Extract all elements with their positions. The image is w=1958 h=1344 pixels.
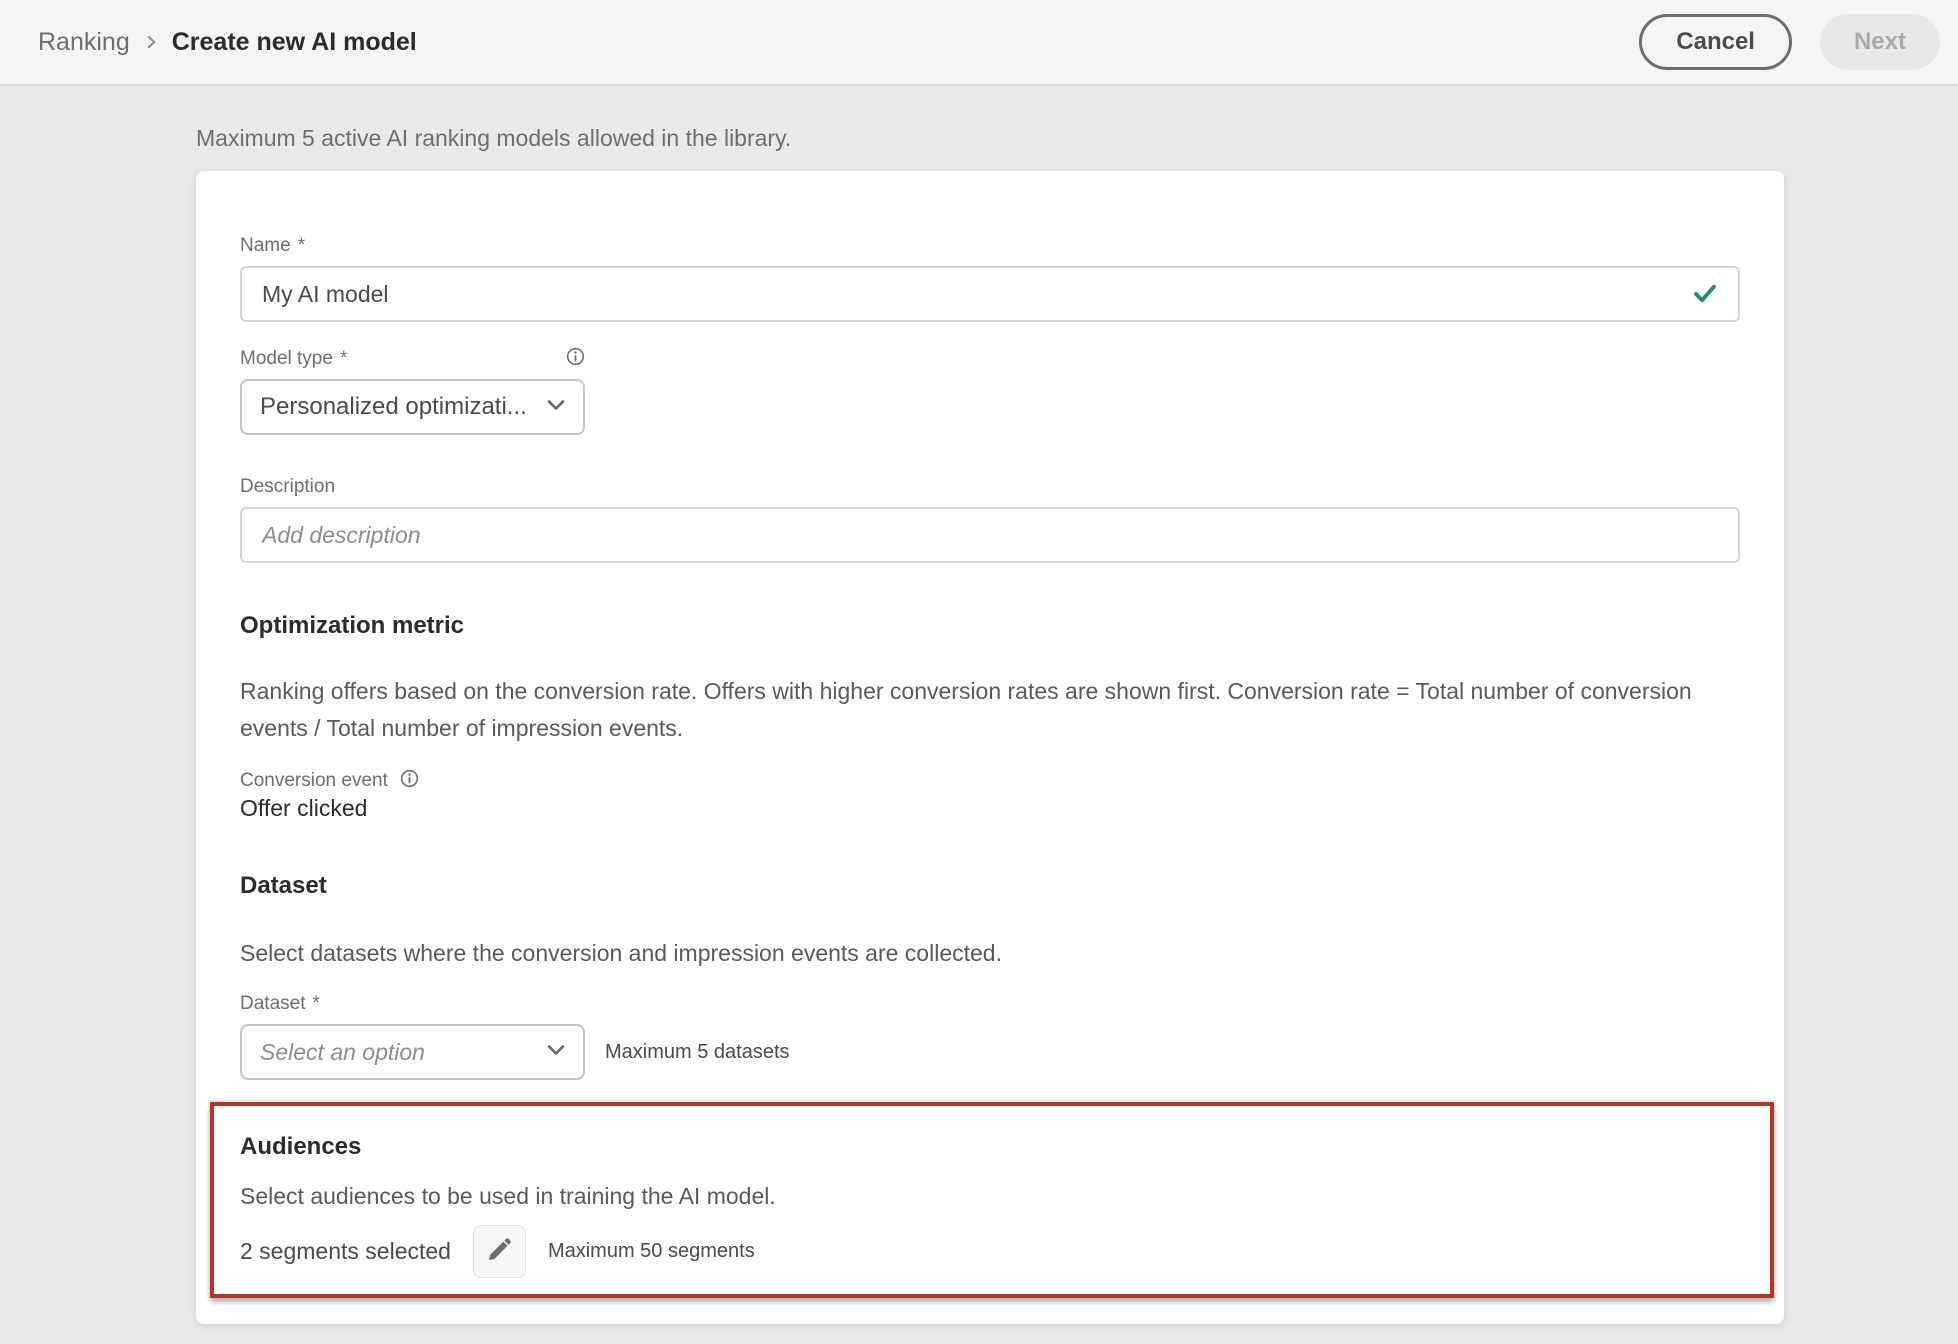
dataset-max-hint: Maximum 5 datasets <box>605 1041 790 1064</box>
model-type-dropdown[interactable]: Personalized optimizati... <box>240 379 585 435</box>
conversion-event-value: Offer clicked <box>240 793 1740 823</box>
required-asterisk: * <box>298 234 305 258</box>
model-type-label-text: Model type <box>240 347 333 371</box>
name-label-text: Name <box>240 234 291 258</box>
info-icon[interactable] <box>566 347 585 371</box>
dataset-placeholder: Select an option <box>260 1039 425 1066</box>
name-input-wrap <box>240 266 1740 322</box>
name-input[interactable] <box>240 266 1740 322</box>
dataset-description: Select datasets where the conversion and… <box>240 935 1700 972</box>
checkmark-icon <box>1692 281 1718 312</box>
max-models-note: Maximum 5 active AI ranking models allow… <box>196 125 1958 152</box>
model-type-label: Model type * <box>240 347 347 371</box>
cancel-button[interactable]: Cancel <box>1639 14 1792 70</box>
description-input[interactable] <box>240 507 1740 563</box>
breadcrumb: Ranking Create new AI model <box>38 28 417 57</box>
conversion-event-label: Conversion event <box>240 769 388 793</box>
name-label: Name * <box>240 234 1740 258</box>
required-asterisk: * <box>312 992 319 1016</box>
dataset-select-row: Select an option Maximum 5 datasets <box>240 1024 1740 1080</box>
create-model-form-card: Name * Model type * Personalized optimiz… <box>196 171 1784 1324</box>
segments-selected-text: 2 segments selected <box>240 1238 451 1265</box>
main-content: Maximum 5 active AI ranking models allow… <box>0 86 1958 1324</box>
description-label: Description <box>240 475 1740 499</box>
segments-max-hint: Maximum 50 segments <box>548 1240 755 1263</box>
conversion-event-label-row: Conversion event <box>240 769 1740 793</box>
top-bar: Ranking Create new AI model Cancel Next <box>0 0 1958 86</box>
dataset-dropdown[interactable]: Select an option <box>240 1024 585 1080</box>
description-label-text: Description <box>240 475 335 499</box>
next-button[interactable]: Next <box>1820 14 1940 70</box>
page-title: Create new AI model <box>172 28 417 57</box>
breadcrumb-ranking-link[interactable]: Ranking <box>38 28 130 57</box>
optimization-metric-heading: Optimization metric <box>240 611 1740 641</box>
audiences-section-highlight: Audiences Select audiences to be used in… <box>210 1102 1774 1298</box>
optimization-metric-description: Ranking offers based on the conversion r… <box>240 673 1700 747</box>
dataset-label-text: Dataset <box>240 992 305 1016</box>
model-type-label-row: Model type * <box>240 347 585 371</box>
dataset-heading: Dataset <box>240 871 1740 901</box>
audiences-heading: Audiences <box>240 1132 1770 1162</box>
pencil-icon <box>486 1237 512 1266</box>
edit-segments-button[interactable] <box>473 1225 526 1278</box>
required-asterisk: * <box>340 347 347 371</box>
audiences-description: Select audiences to be used in training … <box>240 1178 1700 1215</box>
header-actions: Cancel Next <box>1639 14 1940 70</box>
dataset-label-row: Dataset * <box>240 992 1740 1016</box>
chevron-right-icon <box>142 33 160 51</box>
chevron-down-icon <box>545 394 567 421</box>
audiences-selected-row: 2 segments selected Maximum 50 segments <box>240 1225 1770 1278</box>
chevron-down-icon <box>545 1039 567 1066</box>
info-icon[interactable] <box>400 769 419 793</box>
model-type-value: Personalized optimizati... <box>260 393 527 421</box>
